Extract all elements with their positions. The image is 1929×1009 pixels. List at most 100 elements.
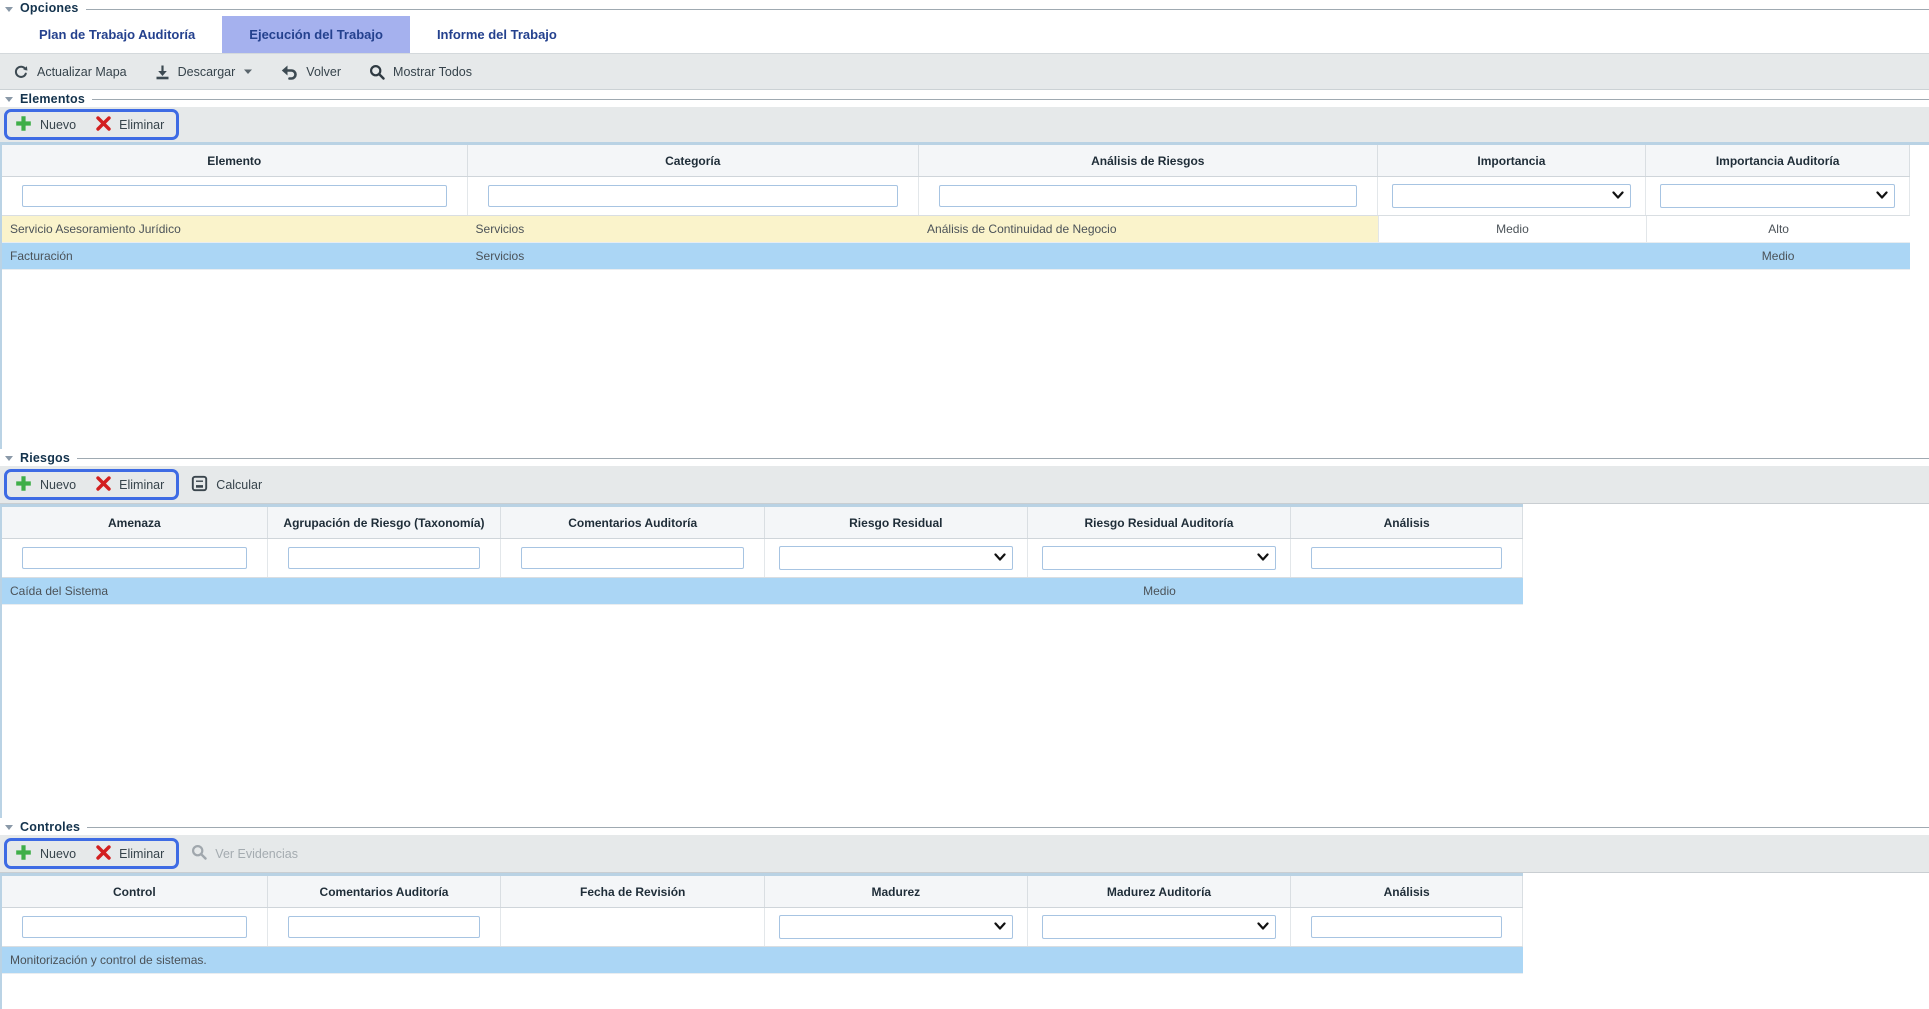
opciones-title: Opciones xyxy=(20,1,79,15)
filter-riesgo-residual-select[interactable] xyxy=(779,546,1013,570)
riesgos-table: Amenaza Agrupación de Riesgo (Taxonomía)… xyxy=(0,504,1523,818)
x-icon xyxy=(96,476,111,494)
cell xyxy=(1291,578,1523,604)
elementos-filter-row xyxy=(2,177,1910,216)
collapse-triangle-icon[interactable] xyxy=(5,7,13,12)
riesgos-eliminar-button[interactable]: Eliminar xyxy=(96,476,164,494)
x-icon xyxy=(96,845,111,863)
collapse-triangle-icon[interactable] xyxy=(5,97,13,102)
nuevo-label: Nuevo xyxy=(40,118,76,132)
column-header: Comentarios Auditoría xyxy=(501,507,765,538)
tab-plan-de-trabajo-auditoria[interactable]: Plan de Trabajo Auditoría xyxy=(12,16,222,53)
column-header: Control xyxy=(2,876,268,907)
cell: Medio xyxy=(1028,578,1292,604)
collapse-triangle-icon[interactable] xyxy=(5,825,13,830)
volver-button[interactable]: Volver xyxy=(281,64,341,80)
search-icon xyxy=(191,844,207,863)
cell xyxy=(268,578,502,604)
calcular-button[interactable]: Calcular xyxy=(191,475,262,495)
divider xyxy=(77,458,1929,459)
riesgos-title: Riesgos xyxy=(20,451,70,465)
filter-elemento-input[interactable] xyxy=(22,185,447,207)
controles-eliminar-button[interactable]: Eliminar xyxy=(96,845,164,863)
cell: Servicio Asesoramiento Jurídico xyxy=(2,216,468,242)
elementos-header-row: Elemento Categoría Análisis de Riesgos I… xyxy=(2,145,1910,177)
cell xyxy=(501,947,765,973)
opciones-fieldset-header: Opciones xyxy=(0,0,1929,16)
actualizar-mapa-button[interactable]: Actualizar Mapa xyxy=(13,64,127,80)
column-header: Agrupación de Riesgo (Taxonomía) xyxy=(268,507,502,538)
elementos-eliminar-button[interactable]: Eliminar xyxy=(96,116,164,134)
elementos-section-header: Elementos xyxy=(0,90,1929,107)
mostrar-todos-button[interactable]: Mostrar Todos xyxy=(369,64,472,80)
filter-analisis-riesgos-input[interactable] xyxy=(939,185,1357,207)
filter-importancia-auditoria-select[interactable] xyxy=(1660,184,1895,208)
elementos-nuevo-button[interactable]: Nuevo xyxy=(15,115,76,135)
cell xyxy=(1378,243,1647,269)
filter-comentarios-auditoria-input[interactable] xyxy=(521,547,744,569)
filter-comentarios-auditoria-input[interactable] xyxy=(288,916,481,938)
filter-analisis-input[interactable] xyxy=(1311,916,1502,938)
ver-evidencias-label: Ver Evidencias xyxy=(215,847,298,861)
filter-importancia-select[interactable] xyxy=(1392,184,1632,208)
cell: Servicios xyxy=(468,243,920,269)
filter-madurez-select[interactable] xyxy=(779,915,1013,939)
cell xyxy=(268,947,502,973)
cell xyxy=(501,578,765,604)
column-header: Importancia Auditoría xyxy=(1646,145,1910,176)
controles-table: Control Comentarios Auditoría Fecha de R… xyxy=(0,873,1523,1009)
elementos-title: Elementos xyxy=(20,92,85,106)
filter-categoria-input[interactable] xyxy=(488,185,899,207)
column-header: Riesgo Residual xyxy=(765,507,1028,538)
table-row[interactable]: Servicio Asesoramiento Jurídico Servicio… xyxy=(2,216,1910,243)
collapse-triangle-icon[interactable] xyxy=(5,456,13,461)
ver-evidencias-button[interactable]: Ver Evidencias xyxy=(191,844,298,863)
table-row[interactable]: Caída del Sistema Medio xyxy=(2,578,1523,605)
column-header: Riesgo Residual Auditoría xyxy=(1028,507,1292,538)
tab-ejecucion-del-trabajo[interactable]: Ejecución del Trabajo xyxy=(222,16,410,53)
column-header: Amenaza xyxy=(2,507,268,538)
tab-label: Ejecución del Trabajo xyxy=(249,27,383,42)
descargar-label: Descargar xyxy=(178,65,236,79)
mostrar-todos-label: Mostrar Todos xyxy=(393,65,472,79)
cell: Caída del Sistema xyxy=(2,578,268,604)
filter-amenaza-input[interactable] xyxy=(22,547,247,569)
controles-title: Controles xyxy=(20,820,80,834)
calculate-icon xyxy=(191,475,208,495)
riesgos-section-header: Riesgos xyxy=(0,449,1929,466)
filter-madurez-auditoria-select[interactable] xyxy=(1042,915,1277,939)
eliminar-label: Eliminar xyxy=(119,478,164,492)
undo-arrow-icon xyxy=(281,64,298,80)
cell: Medio xyxy=(1378,216,1647,242)
filter-agrupacion-riesgo-input[interactable] xyxy=(288,547,481,569)
column-header: Análisis xyxy=(1291,876,1523,907)
tab-informe-del-trabajo[interactable]: Informe del Trabajo xyxy=(410,16,584,53)
cell: Facturación xyxy=(2,243,468,269)
table-row[interactable]: Facturación Servicios Medio xyxy=(2,243,1910,270)
filter-analisis-input[interactable] xyxy=(1311,547,1502,569)
main-toolbar: Actualizar Mapa Descargar Volver Mostrar… xyxy=(0,53,1929,90)
caret-down-icon xyxy=(243,68,253,75)
riesgos-header-row: Amenaza Agrupación de Riesgo (Taxonomía)… xyxy=(2,507,1523,539)
controles-section-header: Controles xyxy=(0,818,1929,835)
riesgos-action-group: Nuevo Eliminar xyxy=(4,469,179,500)
filter-riesgo-residual-auditoria-select[interactable] xyxy=(1042,546,1277,570)
controles-action-group: Nuevo Eliminar xyxy=(4,838,179,869)
controles-nuevo-button[interactable]: Nuevo xyxy=(15,844,76,864)
column-header: Importancia xyxy=(1378,145,1647,176)
cell xyxy=(1291,947,1523,973)
cell: Servicios xyxy=(468,216,920,242)
nuevo-label: Nuevo xyxy=(40,478,76,492)
filter-control-input[interactable] xyxy=(22,916,247,938)
x-icon xyxy=(96,116,111,134)
cell xyxy=(919,243,1378,269)
descargar-button[interactable]: Descargar xyxy=(155,64,254,80)
column-header: Categoría xyxy=(468,145,920,176)
riesgos-filter-row xyxy=(2,539,1523,578)
plus-icon xyxy=(15,115,32,135)
tab-label: Informe del Trabajo xyxy=(437,27,557,42)
volver-label: Volver xyxy=(306,65,341,79)
elementos-toolbar: Nuevo Eliminar xyxy=(0,107,1929,145)
table-row[interactable]: Monitorización y control de sistemas. xyxy=(2,947,1523,974)
riesgos-nuevo-button[interactable]: Nuevo xyxy=(15,475,76,495)
